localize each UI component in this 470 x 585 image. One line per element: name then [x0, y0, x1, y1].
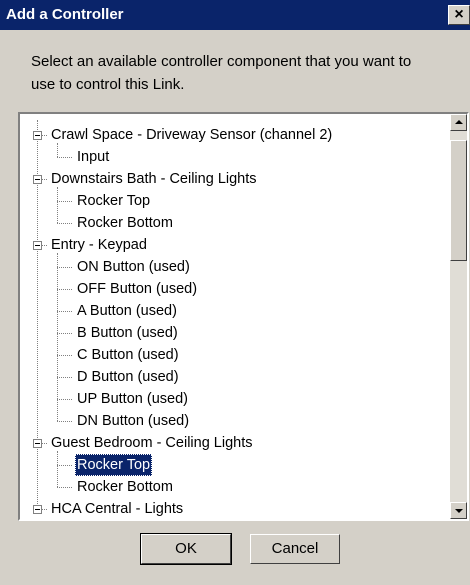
- tree-node-component[interactable]: Input: [75, 146, 111, 168]
- tree-branch-line: [57, 311, 72, 312]
- tree-branch-line: [57, 289, 72, 290]
- vertical-scrollbar[interactable]: [450, 114, 467, 519]
- tree-branch-line: [57, 267, 72, 268]
- tree-node-component[interactable]: D Button (used): [75, 366, 181, 388]
- tree-branch-line: [57, 355, 72, 356]
- tree-branch-line: [57, 157, 72, 158]
- collapse-icon[interactable]: [33, 439, 42, 448]
- tree-node-component[interactable]: UP Button (used): [75, 388, 190, 410]
- collapse-icon[interactable]: [33, 175, 42, 184]
- collapse-icon[interactable]: [33, 505, 42, 514]
- tree-node-component[interactable]: Rocker Top: [75, 190, 152, 212]
- scroll-down-button[interactable]: [450, 502, 467, 519]
- tree-node-component[interactable]: ON Button (used): [75, 256, 192, 278]
- tree-node-component[interactable]: OFF Button (used): [75, 278, 199, 300]
- window-title: Add a Controller: [6, 6, 124, 23]
- tree-node-device[interactable]: Entry - Keypad: [49, 234, 149, 256]
- tree-node-component[interactable]: C Button (used): [75, 344, 181, 366]
- scroll-thumb[interactable]: [450, 140, 467, 261]
- tree-node-component[interactable]: Rocker Bottom: [75, 476, 175, 498]
- controller-tree[interactable]: Crawl Space - Driveway Sensor (channel 2…: [18, 112, 469, 521]
- tree-node-component[interactable]: DN Button (used): [75, 410, 191, 432]
- tree-child-line: [57, 451, 58, 487]
- tree-node-component[interactable]: Rocker Bottom: [75, 212, 175, 234]
- title-bar[interactable]: Add a Controller ×: [0, 0, 470, 30]
- scroll-up-button[interactable]: [450, 114, 467, 131]
- tree-branch-line: [57, 487, 72, 488]
- tree-branch-line: [57, 377, 72, 378]
- ok-button[interactable]: OK: [140, 533, 232, 565]
- tree-child-line: [57, 253, 58, 421]
- tree-node-device[interactable]: Guest Bedroom - Ceiling Lights: [49, 432, 255, 454]
- tree-branch-line: [57, 333, 72, 334]
- tree-child-line: [57, 187, 58, 223]
- tree-node-device[interactable]: HCA Central - Lights: [49, 498, 185, 519]
- arrow-down-icon: [455, 509, 463, 513]
- tree-node-component[interactable]: B Button (used): [75, 322, 180, 344]
- close-button[interactable]: ×: [448, 5, 470, 25]
- tree-branch-line: [57, 399, 72, 400]
- add-controller-dialog: Add a Controller × Select an available c…: [0, 0, 470, 585]
- tree-branch-line: [57, 465, 72, 466]
- cancel-button[interactable]: Cancel: [250, 534, 340, 564]
- tree-branch-line: [57, 223, 72, 224]
- tree-node-device[interactable]: Downstairs Bath - Ceiling Lights: [49, 168, 259, 190]
- tree-node-device[interactable]: Crawl Space - Driveway Sensor (channel 2…: [49, 124, 334, 146]
- prompt-text: Select an available controller component…: [31, 53, 412, 93]
- tree-branch-line: [57, 201, 72, 202]
- tree-content: Crawl Space - Driveway Sensor (channel 2…: [20, 114, 440, 519]
- arrow-up-icon: [455, 120, 463, 124]
- collapse-icon[interactable]: [33, 131, 42, 140]
- tree-branch-line: [57, 421, 72, 422]
- tree-node-component[interactable]: A Button (used): [75, 300, 179, 322]
- collapse-icon[interactable]: [33, 241, 42, 250]
- tree-node-component[interactable]: Rocker Top: [75, 454, 153, 476]
